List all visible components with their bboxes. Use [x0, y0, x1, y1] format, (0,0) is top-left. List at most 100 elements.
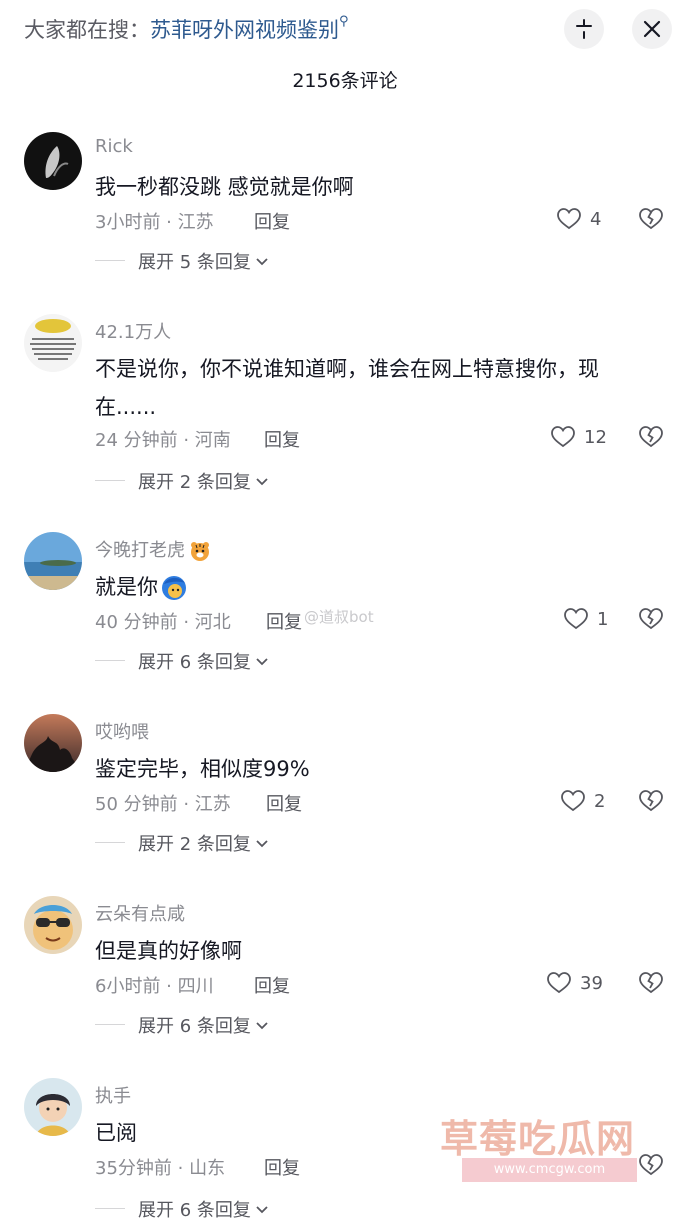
- expand-replies-button[interactable]: 展开 6 条回复: [138, 1012, 269, 1038]
- expand-replies-label: 展开 6 条回复: [138, 1200, 251, 1221]
- reply-button[interactable]: 回复: [254, 972, 290, 998]
- comment-meta: 40 分钟前 · 河北: [95, 612, 231, 633]
- chevron-down-icon: [256, 478, 268, 486]
- expand-divider: [95, 1024, 125, 1025]
- reply-button[interactable]: 回复: [264, 1154, 300, 1180]
- comment-item: Rick 我一秒都没跳 感觉就是你啊 3小时前 · 江苏 回复 4 展开 5 条…: [0, 132, 690, 274]
- close-icon: [643, 20, 661, 38]
- like-button[interactable]: 2: [560, 788, 605, 814]
- site-watermark: 草莓吃瓜网: [440, 1117, 636, 1161]
- chevron-down-icon: [256, 658, 268, 666]
- comment-item: 今晚打老虎 就是你 40 分钟前 · 河北 回复 1 展开 6 条回复: [0, 532, 690, 674]
- avatar[interactable]: [24, 314, 82, 372]
- expand-replies-label: 展开 2 条回复: [138, 834, 251, 855]
- comment-meta: 6小时前 · 四川: [95, 976, 214, 997]
- like-button[interactable]: 12: [550, 424, 607, 450]
- chevron-down-icon: [256, 258, 268, 266]
- expand-replies-button[interactable]: 展开 2 条回复: [138, 468, 269, 494]
- chevron-down-icon: [256, 1022, 268, 1030]
- dislike-button[interactable]: [638, 970, 664, 996]
- username[interactable]: 42.1万人: [95, 318, 171, 344]
- top-bar: 大家都在搜：苏菲呀外网视频鉴别⚲: [0, 0, 690, 62]
- like-count: 12: [584, 426, 607, 448]
- comment-text: 鉴定完毕，相似度99%: [95, 757, 310, 781]
- heart-icon: [551, 426, 575, 448]
- chevron-down-icon: [256, 840, 268, 848]
- heart-icon: [547, 972, 571, 994]
- avatar[interactable]: [24, 714, 82, 772]
- username[interactable]: 哎哟喂: [95, 718, 149, 744]
- comment-item: 42.1万人 不是说你，你不说谁知道啊，谁会在网上特意搜你，现在...... 2…: [0, 314, 690, 494]
- expand-divider: [95, 842, 125, 843]
- broken-heart-icon: [639, 790, 663, 812]
- close-button[interactable]: [632, 9, 672, 49]
- expand-replies-button[interactable]: 展开 6 条回复: [138, 1196, 269, 1222]
- search-icon: ⚲: [339, 14, 349, 29]
- dislike-button[interactable]: [638, 206, 664, 232]
- like-button[interactable]: 39: [546, 970, 603, 996]
- search-hint-keyword[interactable]: 苏菲呀外网视频鉴别: [150, 18, 339, 42]
- broken-heart-icon: [639, 1154, 663, 1176]
- expand-replies-label: 展开 6 条回复: [138, 652, 251, 673]
- dislike-button[interactable]: [638, 606, 664, 632]
- blue-hair-emoji-icon: [162, 576, 186, 600]
- comment-text: 但是真的好像啊: [95, 939, 242, 963]
- username[interactable]: 执手: [95, 1082, 131, 1108]
- collapse-icon: [576, 19, 592, 39]
- like-count: 2: [594, 790, 606, 812]
- collapse-button[interactable]: [564, 9, 604, 49]
- comment-item: 云朵有点咸 但是真的好像啊 6小时前 · 四川 回复 39 展开 6 条回复: [0, 896, 690, 1038]
- comment-item: 哎哟喂 鉴定完毕，相似度99% 50 分钟前 · 江苏 回复 2 展开 2 条回…: [0, 714, 690, 856]
- dislike-button[interactable]: [638, 424, 664, 450]
- reply-button[interactable]: 回复: [264, 426, 300, 452]
- broken-heart-icon: [639, 426, 663, 448]
- reply-button[interactable]: 回复: [266, 608, 302, 634]
- trending-search-hint[interactable]: 大家都在搜：苏菲呀外网视频鉴别⚲: [24, 14, 349, 44]
- comment-meta: 24 分钟前 · 河南: [95, 430, 231, 451]
- dislike-button[interactable]: [638, 788, 664, 814]
- comment-text: 我一秒都没跳 感觉就是你啊: [95, 175, 354, 199]
- expand-divider: [95, 480, 125, 481]
- tiger-emoji-icon: [191, 542, 209, 561]
- like-count: 4: [590, 208, 602, 230]
- weibo-watermark: @道叔bot: [304, 608, 374, 626]
- search-hint-prefix: 大家都在搜：: [24, 18, 150, 42]
- avatar[interactable]: [24, 532, 82, 590]
- username-text: 今晚打老虎: [95, 540, 185, 561]
- comment-meta: 50 分钟前 · 江苏: [95, 794, 231, 815]
- like-button[interactable]: 4: [556, 206, 601, 232]
- site-url-watermark: www.cmcgw.com: [462, 1158, 637, 1182]
- comment-text: 就是你: [95, 568, 660, 606]
- heart-icon: [564, 608, 588, 630]
- expand-replies-button[interactable]: 展开 6 条回复: [138, 648, 269, 674]
- avatar[interactable]: [24, 896, 82, 954]
- expand-replies-label: 展开 5 条回复: [138, 252, 251, 273]
- expand-replies-label: 展开 6 条回复: [138, 1016, 251, 1037]
- like-button[interactable]: 1: [563, 606, 608, 632]
- avatar[interactable]: [24, 132, 82, 190]
- expand-replies-button[interactable]: 展开 5 条回复: [138, 248, 269, 274]
- reply-button[interactable]: 回复: [254, 208, 290, 234]
- avatar[interactable]: [24, 1078, 82, 1136]
- like-count: 39: [580, 972, 603, 994]
- expand-divider: [95, 1208, 125, 1209]
- username[interactable]: 云朵有点咸: [95, 900, 185, 926]
- comment-text-content: 就是你: [95, 575, 158, 599]
- comment-text: 不是说你，你不说谁知道啊，谁会在网上特意搜你，现在......: [95, 357, 599, 419]
- username[interactable]: 今晚打老虎: [95, 536, 211, 562]
- expand-replies-label: 展开 2 条回复: [138, 472, 251, 493]
- comment-meta: 3小时前 · 江苏: [95, 212, 214, 233]
- reply-button[interactable]: 回复: [266, 790, 302, 816]
- broken-heart-icon: [639, 608, 663, 630]
- chevron-down-icon: [256, 1206, 268, 1214]
- dislike-button[interactable]: [638, 1152, 664, 1178]
- comment-count: 2156条评论: [292, 70, 398, 92]
- expand-divider: [95, 260, 125, 261]
- comment-meta: 35分钟前 · 山东: [95, 1158, 226, 1179]
- heart-icon: [561, 790, 585, 812]
- username[interactable]: Rick: [95, 136, 133, 157]
- expand-divider: [95, 660, 125, 661]
- heart-icon: [557, 208, 581, 230]
- expand-replies-button[interactable]: 展开 2 条回复: [138, 830, 269, 856]
- like-count: 1: [597, 608, 609, 630]
